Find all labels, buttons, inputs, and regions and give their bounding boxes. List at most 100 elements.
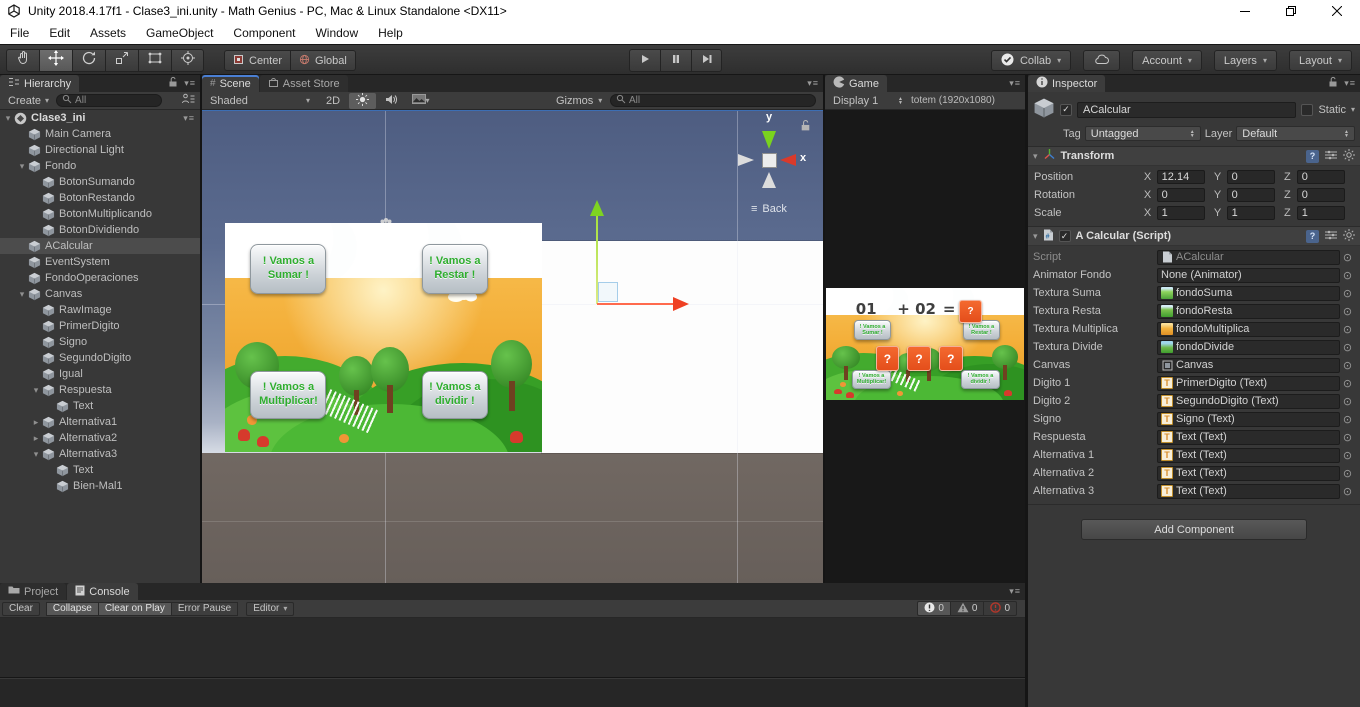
transform-position-x-field[interactable]: 12.14 [1157,170,1205,184]
operation-button-1[interactable]: ! Vamos a Restar ! [422,244,489,294]
transform-rotation-x-field[interactable]: 0 [1157,188,1205,202]
object-picker-icon[interactable]: ⊙ [1340,287,1355,300]
move-gizmo-xy-plane-handle[interactable] [598,282,618,302]
tab-game[interactable]: Game [825,75,887,92]
object-picker-icon[interactable]: ⊙ [1340,251,1355,264]
filter-by-type-icon[interactable] [181,93,196,108]
object-picker-icon[interactable]: ⊙ [1340,431,1355,444]
hierarchy-search-input[interactable]: All [56,94,162,107]
object-reference-field[interactable]: TText (Text) [1157,430,1340,445]
object-reference-field[interactable]: TPrimerDigito (Text) [1157,376,1340,391]
object-reference-field[interactable]: None (Animator) [1157,268,1340,283]
gizmo-z-cone[interactable] [762,172,776,188]
gizmos-dropdown[interactable]: Gizmos▾ [548,92,610,110]
answer-option-box-2[interactable]: ? [939,346,963,371]
expander-arrow-icon[interactable]: ▾ [16,161,28,172]
answer-box[interactable]: ? [959,300,983,322]
object-picker-icon[interactable]: ⊙ [1340,413,1355,426]
hierarchy-item-text[interactable]: Text [0,462,200,478]
tab-hierarchy[interactable]: Hierarchy [0,75,79,92]
operation-button-3[interactable]: ! Vamos a dividir ! [961,370,1001,389]
pause-button[interactable] [660,49,691,72]
move-gizmo-x-arrowhead[interactable] [673,297,689,311]
object-reference-field[interactable]: TText (Text) [1157,484,1340,499]
hierarchy-item-eventsystem[interactable]: EventSystem [0,254,200,270]
object-picker-icon[interactable]: ⊙ [1340,485,1355,498]
create-dropdown[interactable]: Create▾ [3,94,54,108]
console-log-area[interactable] [0,618,1025,678]
hierarchy-item-rawimage[interactable]: RawImage [0,302,200,318]
tab-inspector[interactable]: Inspector [1028,75,1105,92]
static-checkbox[interactable] [1301,104,1313,116]
foldout-arrow-icon[interactable]: ▾ [1033,231,1038,242]
close-button[interactable] [1314,0,1360,22]
hierarchy-item-segundodigito[interactable]: SegundoDigito [0,350,200,366]
transform-scale-z-field[interactable]: 1 [1297,206,1345,220]
operation-button-3[interactable]: ! Vamos a dividir ! [422,371,489,419]
gameobject-name-field[interactable]: ACalcular [1077,102,1296,118]
view-direction-label[interactable]: ≡Back [751,203,787,215]
hierarchy-item-botondividiendo[interactable]: BotonDividiendo [0,222,200,238]
gizmo-x-cone[interactable] [780,154,796,166]
transform-rotation-y-field[interactable]: 0 [1227,188,1275,202]
object-reference-field[interactable]: fondoResta [1157,304,1340,319]
object-picker-icon[interactable]: ⊙ [1340,323,1355,336]
presets-icon[interactable] [1325,230,1337,243]
foldout-arrow-icon[interactable]: ▾ [1033,151,1038,162]
expander-arrow-icon[interactable]: ▾ [2,113,14,124]
add-component-button[interactable]: Add Component [1081,519,1307,540]
object-reference-field[interactable]: fondoDivide [1157,340,1340,355]
panel-menu-icon[interactable]: ▾≡ [184,78,196,89]
tab-project[interactable]: Project [0,583,66,600]
hierarchy-item-fondooperaciones[interactable]: FondoOperaciones [0,270,200,286]
hierarchy-item-bien-mal1[interactable]: Bien-Mal1 [0,478,200,494]
account-dropdown[interactable]: Account▾ [1132,50,1202,71]
move-gizmo-y-arrowhead[interactable] [590,200,604,216]
object-picker-icon[interactable]: ⊙ [1340,377,1355,390]
editor-dropdown[interactable]: Editor▾ [246,602,294,616]
clear-button[interactable]: Clear [2,602,40,616]
answer-option-box-1[interactable]: ? [907,346,931,371]
panel-menu-icon[interactable]: ▾≡ [1009,78,1021,89]
resolution-dropdown[interactable]: totem (1920x1080) [911,95,995,106]
hierarchy-item-alternativa2[interactable]: ▸Alternativa2 [0,430,200,446]
menu-edit[interactable]: Edit [39,22,80,44]
tab-scene[interactable]: # Scene [202,75,259,92]
operation-button-1[interactable]: ! Vamos a Restar ! [963,320,1001,339]
hierarchy-item-botonsumando[interactable]: BotonSumando [0,174,200,190]
error-count-toggle[interactable]: 0 [983,601,1017,616]
menu-window[interactable]: Window [305,22,368,44]
hierarchy-item-canvas[interactable]: ▾Canvas [0,286,200,302]
rotate-tool-button[interactable] [72,49,105,72]
menu-help[interactable]: Help [368,22,413,44]
minimize-button[interactable] [1222,0,1268,22]
error-pause-button[interactable]: Error Pause [171,602,238,616]
hierarchy-item-clase3-ini[interactable]: ▾Clase3_ini▾≡ [0,110,200,126]
expander-arrow-icon[interactable]: ▸ [30,417,42,428]
panel-menu-icon[interactable]: ▾≡ [1344,78,1356,89]
object-reference-field[interactable]: TSigno (Text) [1157,412,1340,427]
object-reference-field[interactable]: ACalcular [1157,250,1340,265]
object-picker-icon[interactable]: ⊙ [1340,341,1355,354]
script-component-header[interactable]: ▾ # ✓ A Calcular (Script) ? [1028,227,1360,246]
tag-dropdown[interactable]: Untagged▲▼ [1085,126,1201,141]
operation-button-2[interactable]: ! Vamos a Multiplicar! [250,371,326,419]
hierarchy-item-alternativa3[interactable]: ▾Alternativa3 [0,446,200,462]
move-tool-button[interactable] [39,49,72,72]
scene-search-input[interactable]: All [610,94,816,107]
object-picker-icon[interactable]: ⊙ [1340,395,1355,408]
tab-console[interactable]: Console [67,583,137,600]
transform-position-z-field[interactable]: 0 [1297,170,1345,184]
hierarchy-item-fondo[interactable]: ▾Fondo [0,158,200,174]
scene-fx-dropdown[interactable]: ▾ [407,93,434,109]
help-icon[interactable]: ? [1306,230,1319,243]
tab-asset-store[interactable]: Asset Store [260,75,348,92]
layers-dropdown[interactable]: Layers▾ [1214,50,1277,71]
space-toggle-button[interactable]: Global [290,50,356,71]
info-count-toggle[interactable]: 0 [917,601,950,616]
object-picker-icon[interactable]: ⊙ [1340,305,1355,318]
gizmo-center-cube[interactable] [762,153,777,168]
hierarchy-item-respuesta[interactable]: ▾Respuesta [0,382,200,398]
menu-gameobject[interactable]: GameObject [136,22,223,44]
panel-menu-icon[interactable]: ▾≡ [807,78,819,89]
